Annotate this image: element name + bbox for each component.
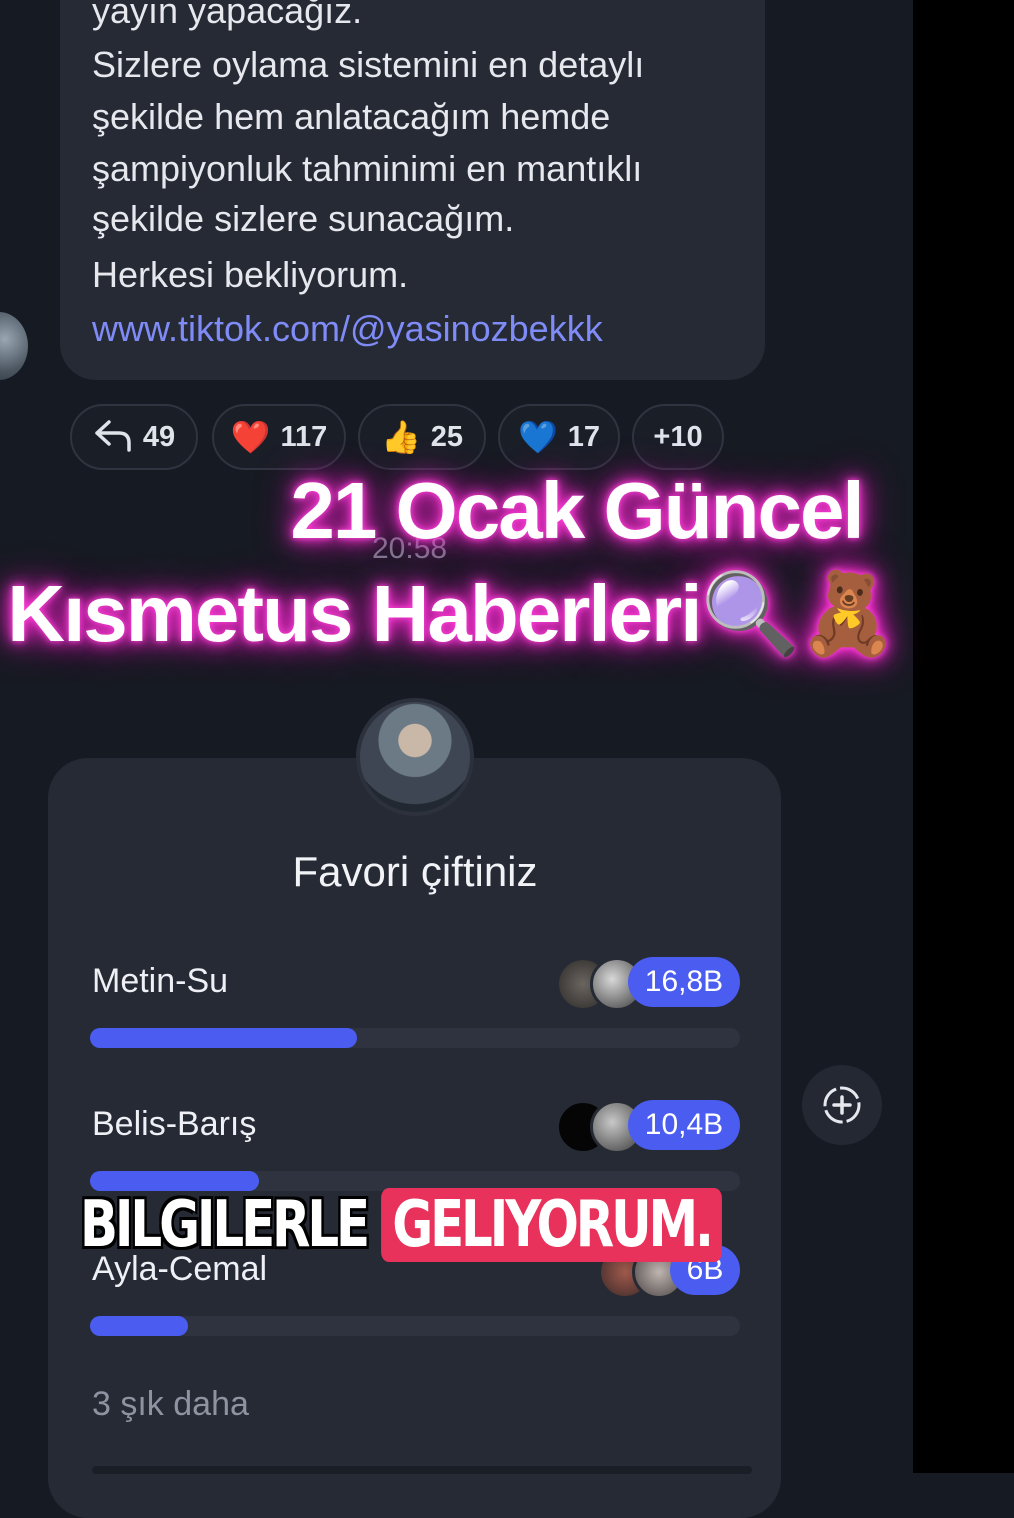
message-line: Herkesi bekliyorum.	[92, 254, 409, 295]
add-reaction-button[interactable]	[802, 1065, 882, 1145]
vote-count-badge: 10,4B	[628, 1100, 740, 1150]
video-caption: BILGILERLE GELIYORUM.	[80, 1188, 722, 1262]
poll-progress-track	[90, 1028, 740, 1048]
vote-count-badge: 16,8B	[628, 957, 740, 1007]
profile-link[interactable]: www.tiktok.com/@yasinozbekkk	[92, 308, 603, 350]
voter-avatars	[556, 1100, 644, 1154]
poll-progress-track	[90, 1316, 740, 1336]
right-edge-strip	[913, 0, 1014, 1473]
sender-avatar[interactable]	[0, 312, 28, 380]
caption-highlight: GELIYORUM.	[381, 1188, 722, 1262]
overlay-title-line1: 21 Ocak Güncel	[290, 466, 864, 555]
message-line: yayın yapacağız.	[92, 0, 363, 31]
reaction-count: 117	[280, 420, 328, 453]
reaction-thumbs-up[interactable]: 👍 25	[358, 404, 486, 470]
reaction-count: 25	[430, 420, 464, 453]
reaction-count: 49	[142, 420, 176, 453]
poll-option-label[interactable]: Metin-Su	[92, 962, 228, 1001]
poll-title: Favori çiftiniz	[292, 848, 538, 895]
poll-progress-fill	[90, 1316, 188, 1336]
message-line: şekilde sizlere sunacağım.	[92, 198, 515, 239]
blue-heart-icon: 💙	[517, 419, 558, 455]
poll-progress-fill	[90, 1028, 357, 1048]
more-options-link[interactable]: 3 şık daha	[92, 1385, 249, 1424]
message-line: şekilde hem anlatacağım hemde	[92, 96, 611, 137]
reaction-more[interactable]: +10	[632, 404, 724, 470]
poll-option-label[interactable]: Belis-Barış	[92, 1105, 256, 1144]
reaction-blue-heart[interactable]: 💙 17	[498, 404, 620, 470]
reaction-count: +10	[653, 420, 703, 453]
message-line: Sizlere oylama sistemini en detaylı	[92, 44, 645, 85]
message-line: şampiyonluk tahminimi en mantıklı	[92, 148, 643, 189]
red-heart-icon: ❤️	[230, 419, 271, 455]
reaction-count: 17	[567, 420, 601, 453]
overlay-title-line2: Kısmetus Haberleri🔍🧸	[7, 569, 897, 658]
voter-avatars	[556, 957, 644, 1011]
reaction-reply[interactable]: 49	[70, 404, 198, 470]
reply-icon	[93, 418, 133, 457]
poll-author-avatar[interactable]	[356, 698, 474, 816]
thumbs-up-icon: 👍	[380, 419, 421, 455]
caption-part1: BILGILERLE	[80, 1188, 370, 1262]
add-circle-icon	[823, 1086, 861, 1124]
reaction-red-heart[interactable]: ❤️ 117	[212, 404, 346, 470]
